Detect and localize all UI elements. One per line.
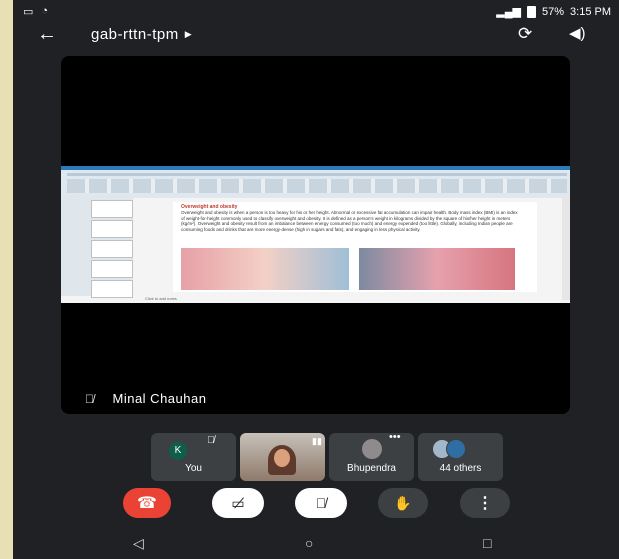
back-arrow-icon[interactable]: ← — [37, 24, 57, 44]
slide-image-children — [181, 248, 349, 290]
nav-back-icon[interactable]: ◁ — [133, 535, 144, 552]
slide-body: Overweight and obesity is when a person … — [181, 210, 518, 232]
mic-off-icon: 🎙̸ — [85, 391, 95, 406]
current-slide: Overweight and obesity Overweight and ob… — [173, 202, 537, 292]
notification-icon: ◔ — [41, 5, 49, 17]
end-call-icon: ☎ — [137, 495, 157, 512]
participant-tile-you[interactable]: K 🎙̸ You — [151, 433, 236, 481]
camera-off-icon: ▭̸ — [231, 494, 245, 511]
meeting-header: ← gab-rttn-tpm ▶ ⟳ ◀) — [13, 24, 619, 48]
end-call-button[interactable]: ☎ — [123, 488, 171, 518]
switch-camera-icon[interactable]: ⟳ — [518, 24, 532, 44]
slide-thumbnail — [91, 200, 133, 218]
slide-notes: Click to add notes — [145, 296, 177, 301]
nav-home-icon[interactable]: ○ — [305, 535, 313, 551]
slide-thumbnails — [61, 196, 133, 298]
mic-off-icon: 🎙̸ — [207, 435, 215, 446]
participant-name: Bhupendra — [347, 463, 396, 474]
more-options-button[interactable]: ⋮ — [460, 488, 510, 518]
battery-icon — [527, 5, 536, 18]
caret-right-icon: ▶ — [184, 29, 193, 39]
more-dots-icon[interactable]: ••• — [389, 431, 401, 443]
scrollbar — [562, 196, 570, 300]
avatar — [362, 439, 382, 459]
slide-thumbnail — [91, 280, 133, 298]
raise-hand-button[interactable]: ✋ — [378, 488, 428, 518]
camera-toggle-button[interactable]: ▭̸ — [212, 488, 264, 518]
presentation-stage[interactable]: Overweight and obesity Overweight and ob… — [61, 56, 570, 414]
raise-hand-icon: ✋ — [394, 494, 412, 511]
android-nav-bar: ◁ ○ □ — [13, 533, 619, 559]
participant-tile-others[interactable]: 44 others — [418, 433, 503, 481]
mic-toggle-button[interactable]: 🎙̸ — [295, 488, 347, 518]
more-options-icon: ⋮ — [477, 495, 493, 512]
slide-thumbnail — [91, 260, 133, 278]
mic-off-icon: 🎙̸ — [315, 495, 327, 511]
status-bar: ▭ ◔ ▂▄▆ 57% 3:15 PM — [13, 0, 619, 24]
avatar — [446, 439, 466, 459]
participant-tile-video[interactable]: ▮▮ — [240, 433, 325, 481]
phone-screen: ▭ ◔ ▂▄▆ 57% 3:15 PM ← gab-rttn-tpm ▶ ⟳ ◀) — [13, 0, 619, 559]
meeting-code: gab-rttn-tpm — [91, 26, 179, 43]
meeting-code-button[interactable]: gab-rttn-tpm ▶ — [91, 26, 192, 43]
presenter-label: 🎙̸ Minal Chauhan — [85, 391, 206, 406]
slide-image-people — [359, 248, 515, 290]
slide-thumbnail — [91, 220, 133, 238]
presenter-name: Minal Chauhan — [112, 391, 207, 406]
clock: 3:15 PM — [570, 5, 611, 18]
speaking-indicator-icon: ▮▮ — [312, 436, 322, 446]
participant-tile-bhupendra[interactable]: ••• Bhupendra — [329, 431, 414, 481]
speaker-icon[interactable]: ◀) — [569, 24, 586, 42]
slide-thumbnail — [91, 240, 133, 258]
call-controls: ☎ ▭̸ 🎙̸ ✋ ⋮ — [13, 488, 619, 524]
app-ribbon — [61, 166, 570, 198]
signal-icon: ▂▄▆ — [496, 6, 521, 18]
nav-recents-icon[interactable]: □ — [483, 535, 491, 551]
avatar: K — [169, 442, 187, 460]
battery-percent: 57% — [542, 5, 565, 18]
participant-name: You — [185, 463, 202, 474]
participant-strip: K 🎙̸ You ▮▮ ••• Bhupendra 44 others — [151, 431, 503, 481]
participant-name: 44 others — [439, 463, 482, 474]
shared-screen: Overweight and obesity Overweight and ob… — [61, 166, 570, 303]
screen-record-icon: ▭ — [23, 6, 34, 18]
